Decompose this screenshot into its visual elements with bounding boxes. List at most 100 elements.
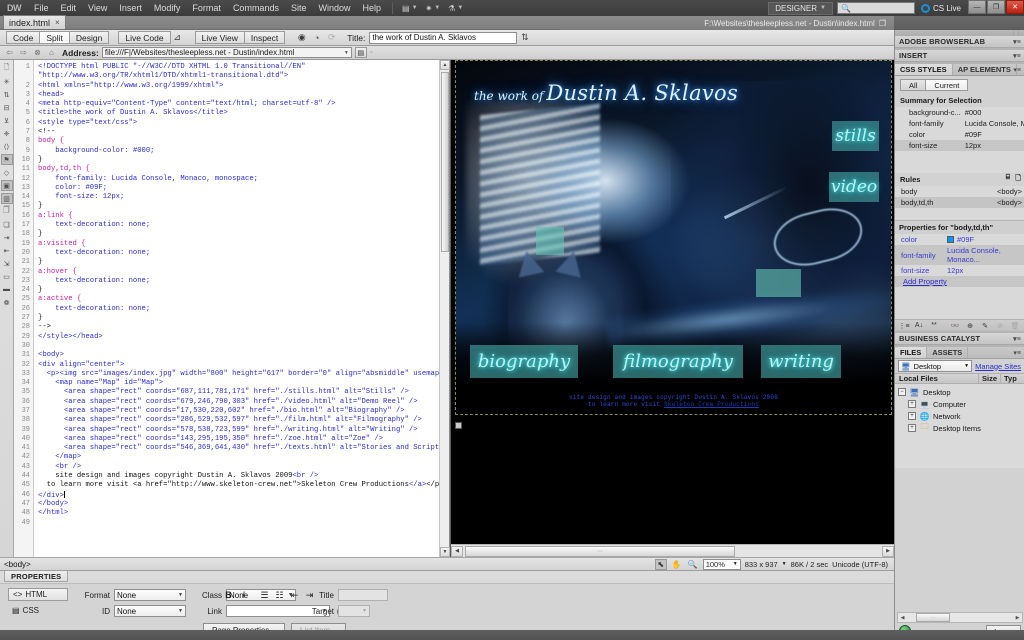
document-tab-index-html[interactable]: index.html × (3, 15, 66, 29)
tree-node-desktop-items[interactable]: + 🗀 Desktop Items (895, 422, 1024, 434)
color-swatch[interactable] (947, 236, 954, 243)
properties-panel-tab[interactable]: PROPERTIES (4, 571, 69, 582)
scrollbar-thumb[interactable] (441, 72, 449, 252)
chevron-down-icon[interactable]: ▼ (782, 561, 787, 567)
workspace-switcher[interactable]: DESIGNER ▼ (768, 1, 833, 15)
panel-insert[interactable]: INSERT ▾≡ (895, 50, 1024, 62)
scroll-down-icon[interactable]: ▼ (440, 547, 450, 557)
open-documents-icon[interactable]: 🗋 (1, 63, 13, 74)
menu-format[interactable]: Format (186, 0, 227, 16)
column-local-files[interactable]: Local Files (895, 374, 978, 383)
add-property-cell[interactable]: Add Property (895, 276, 1024, 287)
tab-css-styles[interactable]: CSS STYLES (895, 64, 953, 75)
nav-link-writing[interactable]: writing (761, 345, 841, 378)
tree-node-network[interactable]: + 🌐 Network (895, 410, 1024, 422)
menu-window[interactable]: Window (312, 0, 356, 16)
forward-arrow-icon[interactable]: ⇨ (18, 47, 29, 58)
table-row[interactable]: Add Property (895, 276, 1024, 287)
column-type[interactable]: Typ (1000, 374, 1024, 383)
nav-link-biography[interactable]: biography (470, 345, 578, 378)
scroll-left-icon[interactable]: ◀ (451, 545, 463, 557)
skeleton-crew-link[interactable]: Skeleton Crew Productions (664, 401, 759, 408)
target-select[interactable]: ▼ (338, 605, 370, 617)
menu-site[interactable]: Site (285, 0, 313, 16)
zoom-level-select[interactable]: 100% ▼ (702, 558, 741, 570)
cs-live-button[interactable]: CS Live (920, 3, 961, 13)
inspect-code-icon[interactable]: ⊿ (170, 31, 185, 44)
edit-rule-icon[interactable]: ✎ (979, 321, 991, 331)
select-tool-icon[interactable]: ⬉ (654, 558, 667, 570)
table-row[interactable]: font-size 12px (895, 265, 1024, 276)
panel-adobe-browserlab[interactable]: ADOBE BROWSERLAB ▾≡ (895, 36, 1024, 48)
table-row[interactable]: color #09F (895, 234, 1024, 245)
files-horizontal-scrollbar[interactable]: ◀ ⋯ ▶ (897, 612, 1023, 623)
hotspot-zoe[interactable] (536, 227, 564, 255)
panel-options-icon[interactable]: ▾≡ (1013, 66, 1021, 74)
close-button[interactable]: ✕ (1006, 0, 1024, 14)
stop-icon[interactable]: ⊗ (32, 47, 43, 58)
rule-row-body[interactable]: body <body> (895, 186, 1024, 197)
balance-braces-icon[interactable]: ❈ (1, 128, 13, 139)
recent-snippets-icon[interactable]: 🗍 (1, 206, 13, 217)
apply-comment-icon[interactable]: ◇ (1, 167, 13, 178)
show-set-properties-icon[interactable]: ** (928, 321, 940, 331)
back-arrow-icon[interactable]: ⇦ (4, 47, 15, 58)
visual-aids-icon[interactable]: ◔ (309, 31, 324, 44)
ordered-list-icon[interactable]: ☷ (273, 589, 286, 601)
italic-button[interactable]: I (237, 589, 250, 601)
nav-link-video[interactable]: video (829, 172, 879, 202)
table-row[interactable]: font-size 12px (895, 140, 1024, 151)
home-icon[interactable]: ⌂ (46, 47, 57, 58)
remove-comment-icon[interactable]: ▣ (0, 180, 13, 191)
title-input[interactable] (338, 589, 388, 601)
new-css-rule-icon[interactable]: ⊕ (964, 321, 976, 331)
table-row[interactable]: font-family Lucida Console, Monaco... (895, 245, 1024, 265)
wrap-tag-icon[interactable]: ▥ (0, 193, 13, 204)
file-management-icon[interactable]: ⇅ (517, 31, 532, 44)
menu-modify[interactable]: Modify (148, 0, 187, 16)
expand-toggle-icon[interactable]: + (908, 424, 916, 432)
expand-toggle-icon[interactable]: + (908, 400, 916, 408)
inspect-button[interactable]: Inspect (243, 31, 286, 44)
restore-doc-icon[interactable]: ❐ (879, 19, 886, 28)
scrollbar-thumb[interactable]: ⋯ (916, 613, 950, 622)
collapse-outside-tag-icon[interactable]: ⇅ (1, 89, 13, 100)
zoom-tool-icon[interactable]: 🔍 (687, 559, 699, 570)
expand-toggle-icon[interactable]: − (898, 388, 906, 396)
tag-selector[interactable]: <body> (0, 560, 35, 569)
browser-compat-icon[interactable]: ❁ (1, 297, 13, 308)
select-parent-tag-icon[interactable]: ⊻ (1, 115, 13, 126)
menu-insert[interactable]: Insert (113, 0, 148, 16)
new-rule-icon[interactable]: 🗋 (1015, 174, 1021, 185)
selection-handle[interactable] (455, 422, 462, 429)
html-properties-button[interactable]: <> HTML (8, 588, 68, 601)
extra-tool-b-icon[interactable]: ▬ (1, 284, 13, 295)
expand-toggle-icon[interactable]: + (908, 412, 916, 420)
tab-files[interactable]: FILES (895, 347, 928, 358)
outdent-code-icon[interactable]: ⇤ (1, 245, 13, 256)
site-setup-icon[interactable]: ⚗ ▼ (444, 4, 467, 13)
delete-rule-icon[interactable]: 🗑 (1009, 321, 1021, 331)
disable-property-icon[interactable]: ⊘ (994, 321, 1006, 331)
page-title-input[interactable]: the work of Dustin A. Sklavos (369, 31, 518, 44)
close-icon[interactable]: × (55, 18, 60, 27)
line-numbers-icon[interactable]: ⟨⟩ (1, 141, 13, 152)
address-input[interactable]: file:///F|/Websites/thesleepless.net - D… (101, 47, 352, 58)
tab-ap-elements[interactable]: AP ELEMENTS (953, 64, 1017, 75)
scroll-left-icon[interactable]: ◀ (898, 613, 907, 622)
rule-row-body-td-th[interactable]: body,td,th <body> (895, 197, 1024, 208)
design-horizontal-scrollbar[interactable]: ◀ ⋯ ▶ (451, 544, 894, 557)
css-properties-button[interactable]: ▤ CSS (8, 604, 68, 617)
move-css-rules-icon[interactable]: ❏ (1, 219, 13, 230)
menu-edit[interactable]: Edit (55, 0, 83, 16)
highlight-invalid-code-icon[interactable]: ⚑ (0, 154, 13, 165)
attach-stylesheet-icon[interactable]: 👓 (949, 321, 961, 331)
minimize-button[interactable]: — (968, 0, 986, 14)
table-row[interactable]: color #09F (895, 129, 1024, 140)
view-button-split[interactable]: Split (39, 31, 70, 44)
live-code-button[interactable]: Live Code (118, 31, 171, 44)
panel-options-icon[interactable]: ▾≡ (1013, 335, 1021, 343)
format-source-code-icon[interactable]: ⇲ (1, 258, 13, 269)
panel-options-icon[interactable]: ▾≡ (1013, 52, 1021, 60)
hotspot-stories-scripts[interactable] (756, 269, 801, 297)
